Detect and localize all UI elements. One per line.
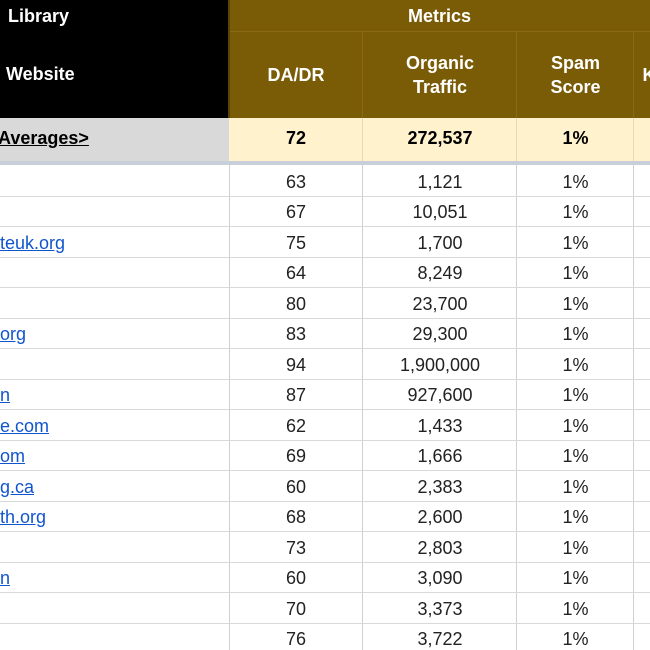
organic-traffic-column-header[interactable]: Organic Traffic: [363, 32, 517, 118]
table-row[interactable]: e.com 62 1,433 1%: [0, 411, 650, 441]
da-dr-cell: 60: [285, 568, 307, 588]
table-row[interactable]: om 69 1,666 1%: [0, 441, 650, 471]
spam-score-column-header[interactable]: Spam Score: [517, 32, 634, 118]
website-column-header[interactable]: Website: [6, 64, 75, 85]
table-row[interactable]: n 87 927,600 1%: [0, 380, 650, 410]
spam-cell: 1%: [562, 507, 589, 527]
spam-cell: 1%: [562, 202, 589, 222]
website-link[interactable]: n: [0, 385, 10, 406]
da-dr-cell: 80: [285, 294, 307, 314]
spam-cell: 1%: [562, 263, 589, 283]
spreadsheet: Library Website Metrics DA/DR Organic Tr…: [0, 0, 650, 650]
spam-cell: 1%: [562, 568, 589, 588]
website-link[interactable]: th.org: [0, 507, 46, 528]
spam-cell: 1%: [562, 324, 589, 344]
averages-divider: [0, 161, 650, 165]
da-dr-cell: 87: [285, 385, 307, 405]
spam-cell: 1%: [562, 385, 589, 405]
spam-cell: 1%: [562, 538, 589, 558]
traffic-cell: 3,090: [417, 568, 463, 588]
table-row[interactable]: 94 1,900,000 1%: [0, 350, 650, 380]
spam-cell: 1%: [562, 355, 589, 375]
table-row[interactable]: org 83 29,300 1%: [0, 319, 650, 349]
library-label: Library: [8, 6, 70, 26]
table-row[interactable]: 63 1,121 1%: [0, 167, 650, 197]
website-link[interactable]: om: [0, 446, 25, 467]
da-dr-cell: 69: [285, 446, 307, 466]
da-dr-column-header[interactable]: DA/DR: [229, 32, 363, 118]
averages-label[interactable]: Averages>: [0, 128, 89, 149]
table-row[interactable]: 76 3,722 1%: [0, 624, 650, 650]
traffic-cell: 8,249: [417, 263, 463, 283]
table-row[interactable]: 80 23,700 1%: [0, 289, 650, 319]
da-dr-cell: 64: [285, 263, 307, 283]
traffic-cell: 29,300: [412, 324, 468, 344]
da-dr-cell: 83: [285, 324, 307, 344]
traffic-cell: 1,900,000: [399, 355, 481, 375]
traffic-cell: 3,373: [417, 599, 463, 619]
traffic-cell: 3,722: [417, 629, 463, 649]
traffic-cell: 2,803: [417, 538, 463, 558]
da-dr-cell: 67: [285, 202, 307, 222]
da-dr-cell: 94: [285, 355, 307, 375]
table-row[interactable]: g.ca 60 2,383 1%: [0, 472, 650, 502]
traffic-cell: 927,600: [407, 385, 473, 405]
table-row[interactable]: 70 3,373 1%: [0, 594, 650, 624]
spam-cell: 1%: [562, 599, 589, 619]
spam-cell: 1%: [562, 172, 589, 192]
spam-cell: 1%: [562, 477, 589, 497]
spam-cell: 1%: [562, 416, 589, 436]
traffic-cell: 1,121: [417, 172, 463, 192]
website-link[interactable]: e.com: [0, 416, 49, 437]
traffic-cell: 23,700: [412, 294, 468, 314]
website-link[interactable]: g.ca: [0, 477, 34, 498]
table-row[interactable]: th.org 68 2,600 1%: [0, 502, 650, 532]
partial-column-header[interactable]: K: [634, 32, 650, 118]
spam-cell: 1%: [562, 294, 589, 314]
website-link[interactable]: n: [0, 568, 10, 589]
traffic-cell: 1,433: [417, 416, 463, 436]
table-row[interactable]: 67 10,051 1%: [0, 197, 650, 227]
table-row[interactable]: 73 2,803 1%: [0, 533, 650, 563]
spam-cell: 1%: [562, 233, 589, 253]
metrics-group-header: Metrics: [407, 6, 472, 26]
spam-cell: 1%: [562, 446, 589, 466]
da-dr-cell: 70: [285, 599, 307, 619]
average-da-dr: 72: [285, 128, 307, 148]
da-dr-cell: 60: [285, 477, 307, 497]
table-row[interactable]: 64 8,249 1%: [0, 258, 650, 288]
traffic-cell: 2,600: [417, 507, 463, 527]
traffic-cell: 10,051: [412, 202, 468, 222]
traffic-cell: 1,666: [417, 446, 463, 466]
traffic-cell: 2,383: [417, 477, 463, 497]
da-dr-cell: 62: [285, 416, 307, 436]
spam-cell: 1%: [562, 629, 589, 649]
da-dr-cell: 63: [285, 172, 307, 192]
average-spam-score: 1%: [562, 128, 589, 148]
website-link[interactable]: teuk.org: [0, 233, 65, 254]
average-organic-traffic: 272,537: [407, 128, 473, 148]
table-row[interactable]: teuk.org 75 1,700 1%: [0, 228, 650, 258]
traffic-cell: 1,700: [417, 233, 463, 253]
da-dr-cell: 73: [285, 538, 307, 558]
da-dr-cell: 75: [285, 233, 307, 253]
da-dr-cell: 76: [285, 629, 307, 649]
website-link[interactable]: org: [0, 324, 26, 345]
table-row[interactable]: n 60 3,090 1%: [0, 563, 650, 593]
da-dr-cell: 68: [285, 507, 307, 527]
